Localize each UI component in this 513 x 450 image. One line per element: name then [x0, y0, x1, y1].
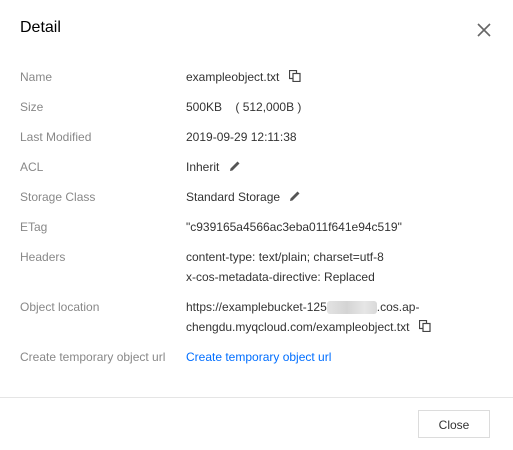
temp-url-label: Create temporary object url	[20, 350, 166, 364]
header-line: content-type: text/plain; charset=utf-8	[186, 250, 384, 264]
size-label: Size	[20, 100, 44, 114]
close-icon[interactable]	[474, 20, 494, 40]
last-modified-value: 2019-09-29 12:11:38	[186, 130, 297, 144]
footer-divider	[0, 397, 513, 398]
redacted-appid	[326, 301, 377, 315]
acl-value: Inherit	[186, 160, 220, 174]
object-url-line2: chengdu.myqcloud.com/exampleobject.txt	[186, 320, 410, 334]
object-location-value: https://examplebucket-125 .cos.ap- chengd…	[186, 297, 431, 338]
storage-class-value-wrap: Standard Storage	[186, 187, 301, 208]
acl-value-wrap: Inherit	[186, 157, 241, 178]
size-value: 500KB ( 512,000B )	[186, 100, 302, 114]
copy-icon[interactable]	[288, 68, 301, 88]
acl-label: ACL	[20, 160, 44, 174]
name-label: Name	[20, 70, 53, 84]
object-url-suffix: .cos.ap-	[376, 300, 420, 314]
copy-icon[interactable]	[418, 318, 431, 338]
header-line: x-cos-metadata-directive: Replaced	[186, 270, 375, 284]
last-modified-label: Last Modified	[20, 130, 92, 144]
object-location-label: Object location	[20, 300, 100, 314]
pencil-icon[interactable]	[289, 188, 301, 208]
dialog-title: Detail	[20, 19, 61, 36]
name-value-wrap: exampleobject.txt	[186, 67, 301, 88]
headers-label: Headers	[20, 250, 66, 264]
detail-dialog: Detail Name exampleobject.txt Size 500KB…	[0, 0, 513, 450]
storage-class-label: Storage Class	[20, 190, 96, 204]
etag-label: ETag	[20, 220, 48, 234]
object-url-prefix: https://examplebucket-125	[186, 300, 327, 314]
pencil-icon[interactable]	[229, 158, 241, 178]
etag-value: "c939165a4566ac3eba011f641e94c519"	[186, 220, 402, 234]
name-value: exampleobject.txt	[186, 70, 280, 84]
storage-class-value: Standard Storage	[186, 190, 281, 204]
create-temp-url-link[interactable]: Create temporary object url	[186, 347, 331, 367]
headers-value: content-type: text/plain; charset=utf-8 …	[186, 247, 384, 287]
close-button[interactable]: Close	[418, 410, 490, 438]
